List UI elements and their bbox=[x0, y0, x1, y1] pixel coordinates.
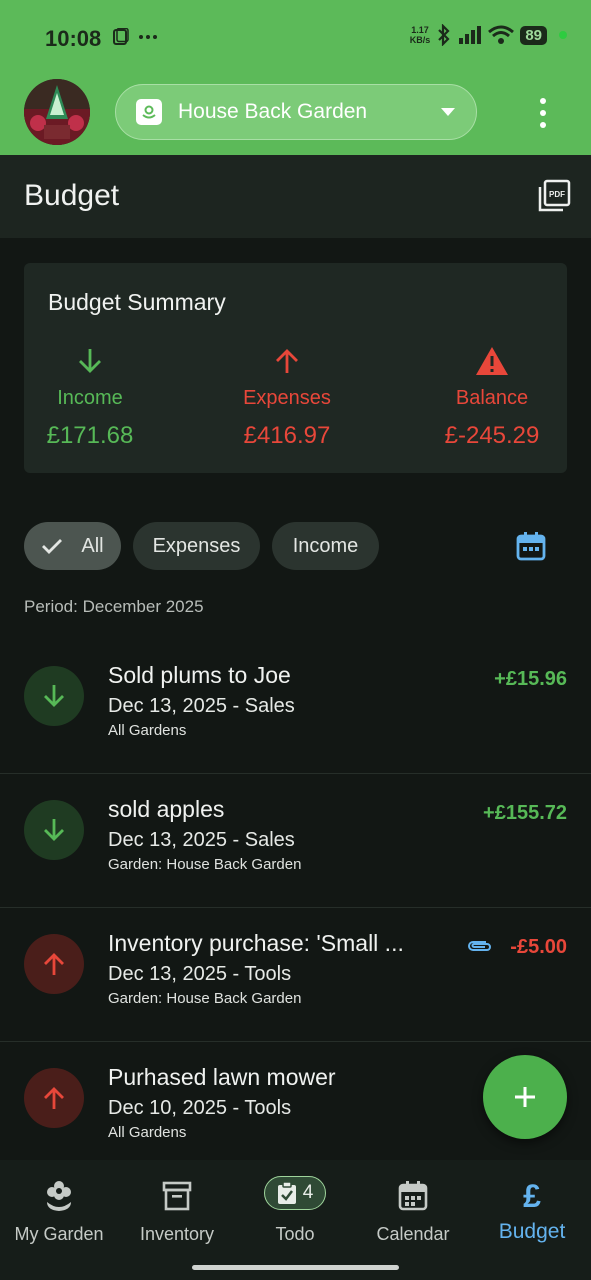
todo-pill: 4 bbox=[236, 1173, 354, 1213]
garden-selector[interactable]: House Back Garden bbox=[115, 84, 477, 140]
add-transaction-button[interactable] bbox=[483, 1055, 567, 1139]
network-speed-value: 1.17 bbox=[411, 25, 429, 35]
transaction-row[interactable]: Inventory purchase: 'Small ... Dec 13, 2… bbox=[0, 908, 591, 1042]
income-arrow-icon bbox=[24, 666, 84, 726]
dropdown-arrow-icon bbox=[441, 108, 455, 116]
screenshot-notification-icon bbox=[113, 28, 129, 45]
income-label: Income bbox=[57, 387, 123, 409]
todo-count-badge: 4 bbox=[302, 1182, 314, 1203]
status-notification-icons bbox=[112, 28, 158, 46]
nav-inventory-label: Inventory bbox=[139, 1224, 215, 1244]
bottom-navigation: My Garden Inventory 4 Todo Calendar £ Bu… bbox=[0, 1160, 591, 1280]
bluetooth-icon bbox=[438, 24, 450, 46]
garden-selector-label: House Back Garden bbox=[178, 100, 368, 123]
calendar-icon bbox=[354, 1176, 472, 1216]
transaction-title: sold apples bbox=[108, 796, 225, 822]
pound-icon: £ bbox=[523, 1177, 541, 1214]
transaction-date-category: Dec 10, 2025 - Tools bbox=[108, 1097, 292, 1119]
income-summary: Income £171.68 bbox=[10, 345, 170, 450]
filter-chip-income-label: Income bbox=[292, 534, 359, 557]
transaction-garden: All Gardens bbox=[108, 722, 187, 739]
nav-my-garden-label: My Garden bbox=[14, 1224, 104, 1244]
expense-arrow-icon bbox=[24, 934, 84, 994]
nav-my-garden[interactable]: My Garden bbox=[0, 1176, 118, 1245]
nav-calendar-label: Calendar bbox=[376, 1224, 450, 1244]
transaction-row[interactable]: Sold plums to Joe Dec 13, 2025 - Sales A… bbox=[0, 640, 591, 774]
battery-indicator-dot bbox=[559, 31, 567, 39]
more-notifications-icon bbox=[139, 35, 157, 39]
app-header: 10:08 1.17 KB/s 89 House Back Garden bbox=[0, 0, 591, 155]
expenses-arrow-up-icon bbox=[207, 345, 367, 377]
svg-text:PDF: PDF bbox=[549, 190, 565, 199]
income-value: £171.68 bbox=[46, 422, 134, 449]
budget-summary-title: Budget Summary bbox=[48, 289, 226, 315]
wifi-icon bbox=[488, 25, 515, 44]
overflow-menu-icon[interactable] bbox=[532, 98, 554, 128]
filter-chip-income[interactable]: Income bbox=[272, 522, 379, 570]
title-bar: Budget bbox=[0, 155, 591, 238]
nav-calendar[interactable]: Calendar bbox=[354, 1176, 472, 1245]
pdf-export-icon[interactable]: PDF bbox=[536, 178, 572, 214]
avatar-image bbox=[24, 79, 90, 145]
period-label: Period: December 2025 bbox=[24, 597, 204, 616]
network-speed-unit: KB/s bbox=[409, 35, 431, 45]
garden-flower-icon bbox=[136, 99, 162, 125]
filter-chip-expenses[interactable]: Expenses bbox=[133, 522, 260, 570]
filter-chip-expenses-label: Expenses bbox=[152, 534, 241, 557]
expense-arrow-icon bbox=[24, 1068, 84, 1128]
transaction-garden: Garden: House Back Garden bbox=[108, 990, 302, 1007]
home-indicator bbox=[192, 1265, 399, 1270]
balance-value: £-245.29 bbox=[444, 422, 540, 449]
status-time: 10:08 bbox=[45, 26, 102, 51]
transaction-amount: +£155.72 bbox=[483, 802, 567, 824]
transaction-amount: +£15.96 bbox=[494, 668, 567, 690]
plus-icon bbox=[515, 1087, 535, 1107]
avatar[interactable] bbox=[24, 79, 90, 145]
transaction-amount: -£5.00 bbox=[510, 936, 567, 958]
budget-summary-card: Budget Summary Income £171.68 Expenses £… bbox=[24, 263, 567, 473]
clipboard-check-icon bbox=[277, 1181, 296, 1204]
nav-budget[interactable]: £ Budget bbox=[473, 1176, 591, 1244]
calendar-filter-icon[interactable] bbox=[515, 530, 547, 562]
transaction-date-category: Dec 13, 2025 - Sales bbox=[108, 829, 295, 851]
nav-budget-label: Budget bbox=[498, 1220, 566, 1243]
signal-icon bbox=[459, 26, 482, 44]
nav-todo[interactable]: 4 Todo bbox=[236, 1173, 354, 1245]
transaction-title: Sold plums to Joe bbox=[108, 662, 291, 688]
flower-icon bbox=[0, 1176, 118, 1216]
status-right-icons: 1.17 KB/s 89 bbox=[410, 24, 567, 46]
archive-box-icon bbox=[118, 1176, 236, 1216]
expenses-value: £416.97 bbox=[243, 422, 331, 449]
transaction-title: Inventory purchase: 'Small ... bbox=[108, 930, 404, 956]
transaction-garden: Garden: House Back Garden bbox=[108, 856, 302, 873]
income-arrow-down-icon bbox=[10, 345, 170, 377]
transaction-date-category: Dec 13, 2025 - Tools bbox=[108, 963, 292, 985]
expenses-label: Expenses bbox=[243, 387, 331, 409]
transaction-row[interactable]: sold apples Dec 13, 2025 - Sales Garden:… bbox=[0, 774, 591, 908]
warning-icon bbox=[412, 345, 572, 377]
nav-todo-label: Todo bbox=[275, 1224, 315, 1244]
network-speed: 1.17 KB/s bbox=[410, 25, 431, 45]
battery-level: 89 bbox=[520, 25, 547, 45]
attachment-icon[interactable] bbox=[466, 938, 492, 954]
income-arrow-icon bbox=[24, 800, 84, 860]
filter-chip-all-label: All bbox=[81, 534, 104, 557]
transaction-title: Purhased lawn mower bbox=[108, 1064, 336, 1090]
balance-summary: Balance £-245.29 bbox=[412, 345, 572, 450]
check-icon bbox=[42, 539, 63, 554]
nav-inventory[interactable]: Inventory bbox=[118, 1176, 236, 1245]
expenses-summary: Expenses £416.97 bbox=[207, 345, 367, 450]
transaction-date-category: Dec 13, 2025 - Sales bbox=[108, 695, 295, 717]
page-title: Budget bbox=[24, 179, 120, 212]
transaction-garden: All Gardens bbox=[108, 1124, 187, 1141]
balance-label: Balance bbox=[455, 387, 529, 409]
filter-chip-all[interactable]: All bbox=[24, 522, 121, 570]
